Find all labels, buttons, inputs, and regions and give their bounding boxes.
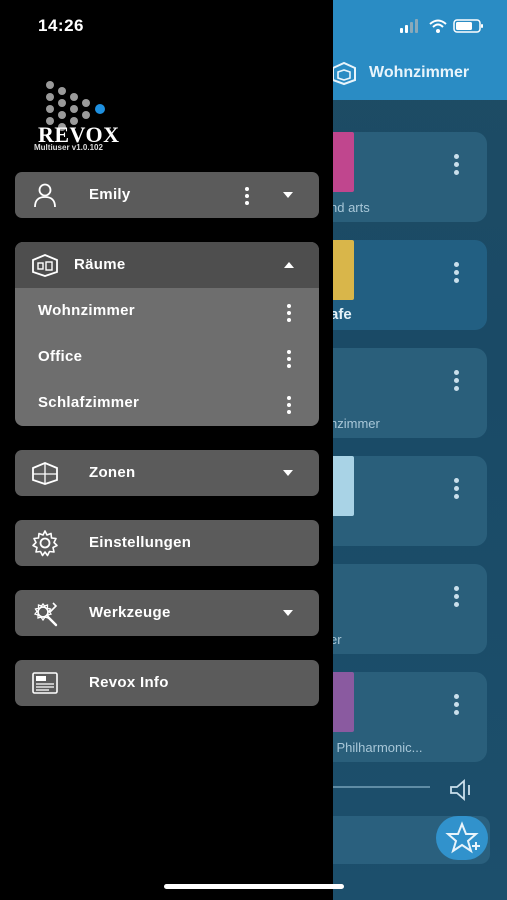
navigation-drawer: 14:26 REVOX Multiuser v1.0.102 Emily Räu…: [0, 0, 333, 900]
volume-slider: [330, 786, 430, 788]
info-icon: [32, 672, 58, 694]
card-subtitle: nd arts: [330, 200, 370, 215]
chevron-down-icon[interactable]: [283, 610, 293, 616]
tools-label: Werkzeuge: [89, 604, 171, 621]
speaker-icon: [450, 779, 470, 801]
settings-label: Einstellungen: [89, 534, 192, 551]
room-item[interactable]: Wohnzimmer: [15, 288, 319, 334]
room-item-label: Schlafzimmer: [38, 394, 140, 411]
star-plus-icon: [445, 821, 480, 854]
room-options-icon[interactable]: [286, 350, 292, 368]
album-thumb: [330, 240, 354, 300]
room-icon: [32, 254, 58, 277]
tools-menu-button[interactable]: Werkzeuge: [15, 590, 319, 636]
zones-label: Zonen: [89, 464, 136, 481]
rooms-label: Räume: [74, 256, 126, 273]
room-item-label: Wohnzimmer: [38, 302, 135, 319]
kebab-icon: [453, 586, 459, 608]
card-subtitle: nzimmer: [330, 416, 380, 431]
room-item-label: Office: [38, 348, 83, 365]
room-item[interactable]: Schlafzimmer: [15, 380, 319, 426]
battery-icon: [453, 19, 483, 33]
card-subtitle: l Philharmonic...: [330, 740, 423, 755]
kebab-icon: [453, 694, 459, 716]
rooms-header-button[interactable]: Räume: [15, 242, 319, 288]
kebab-icon: [453, 262, 459, 284]
kebab-icon: [453, 154, 459, 176]
user-icon: [34, 183, 56, 208]
chevron-down-icon[interactable]: [283, 470, 293, 476]
status-time: 14:26: [38, 16, 84, 35]
kebab-icon: [453, 478, 459, 500]
album-thumb: [330, 456, 354, 516]
room-item[interactable]: Office: [15, 334, 319, 380]
background-room-title: Wohnzimmer: [369, 64, 470, 81]
album-thumb: [330, 132, 354, 192]
card-subtitle: afe: [330, 306, 352, 323]
zones-menu-button[interactable]: Zonen: [15, 450, 319, 496]
app-version: Multiuser v1.0.102: [34, 143, 103, 152]
chevron-down-icon[interactable]: [283, 192, 293, 198]
tools-icon: [33, 602, 58, 627]
room-options-icon[interactable]: [286, 304, 292, 322]
signal-icon: [400, 19, 418, 33]
rooms-section: Räume Wohnzimmer Office Schlafzimmer: [15, 242, 319, 426]
settings-menu-button[interactable]: Einstellungen: [15, 520, 319, 566]
room-options-icon[interactable]: [286, 396, 292, 414]
status-icons: [400, 19, 483, 33]
room-icon: [332, 61, 356, 86]
zone-icon: [32, 462, 58, 485]
user-name: Emily: [89, 186, 131, 203]
kebab-icon: [453, 370, 459, 392]
chevron-up-icon[interactable]: [284, 262, 294, 268]
wifi-icon: [429, 19, 447, 33]
user-menu-button[interactable]: Emily: [15, 172, 319, 218]
info-menu-button[interactable]: Revox Info: [15, 660, 319, 706]
gear-icon: [32, 530, 58, 557]
home-indicator[interactable]: [164, 884, 344, 889]
user-options-icon[interactable]: [244, 187, 250, 205]
info-label: Revox Info: [89, 674, 169, 691]
favorite-button: [436, 816, 488, 860]
album-thumb: [330, 672, 354, 732]
